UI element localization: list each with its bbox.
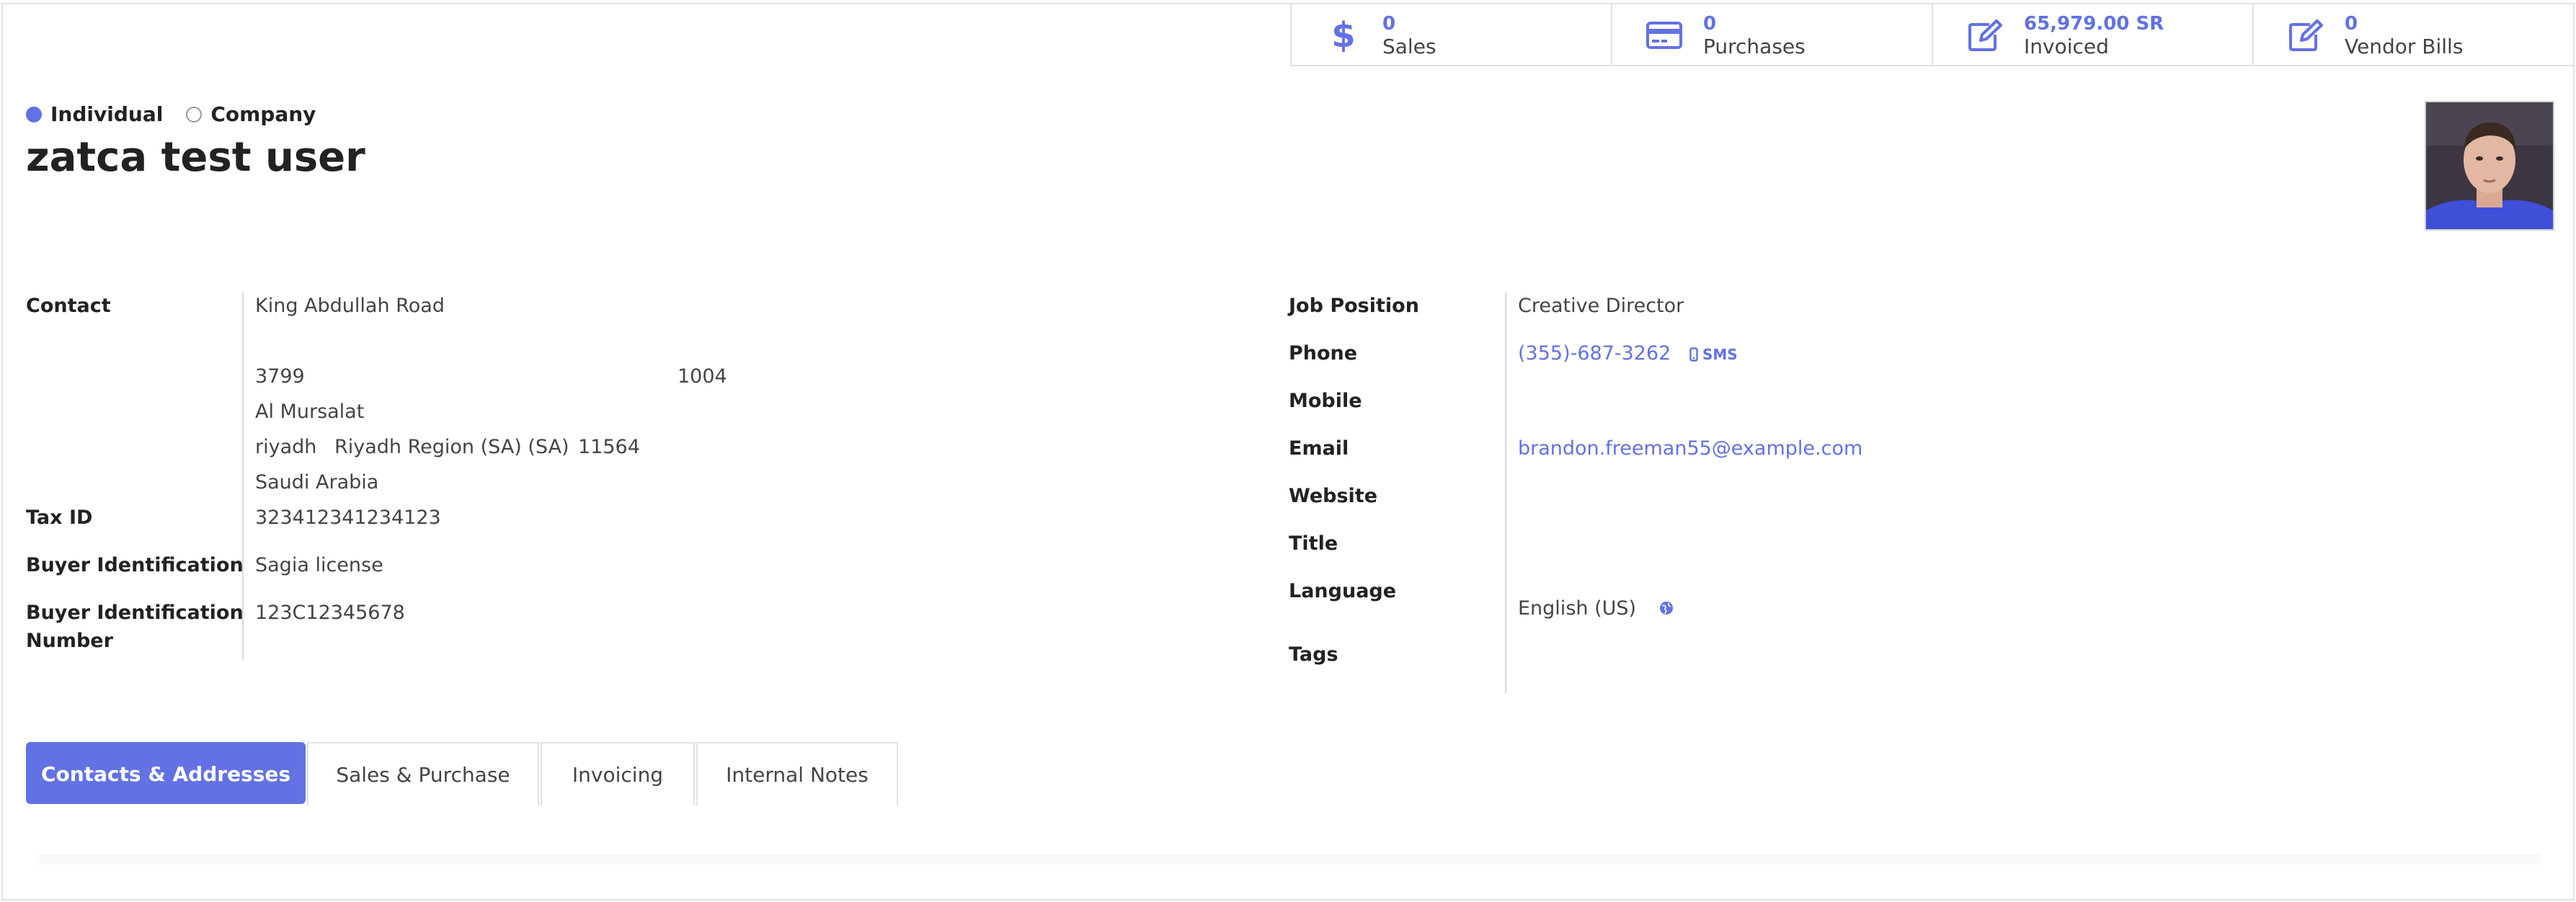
left-field-group: Contact King Abdullah Road 3799 1004 Al … — [26, 293, 1251, 667]
zip-field[interactable]: 11564 — [578, 434, 640, 461]
tab-internal-notes[interactable]: Internal Notes — [696, 742, 898, 805]
building-number-field[interactable]: 3799 — [255, 363, 305, 390]
email-label: Email — [1289, 437, 1349, 460]
smart-button-bar: $ 0 Sales 0 Purchases 65,979.00 SR Invoi… — [1290, 4, 2573, 66]
mobile-phone-icon — [1689, 347, 1698, 362]
language-field[interactable]: English (US) — [1518, 595, 1636, 622]
tab-invoicing[interactable]: Invoicing — [541, 742, 695, 805]
tax-id-field[interactable]: 323412341234123 — [255, 504, 441, 532]
language-label: Language — [1289, 580, 1397, 602]
credit-card-icon — [1644, 15, 1684, 55]
state-field[interactable]: Riyadh Region (SA) (SA) — [334, 434, 569, 461]
tab-pane — [39, 854, 2540, 872]
invoiced-amount: 65,979.00 SR — [2024, 13, 2164, 35]
mobile-field[interactable] — [1518, 388, 1950, 415]
mobile-label: Mobile — [1289, 390, 1362, 412]
globe-icon[interactable] — [1659, 601, 1674, 618]
title-label: Title — [1289, 532, 1338, 555]
individual-radio[interactable]: Individual — [26, 102, 163, 126]
company-label: Company — [210, 102, 316, 126]
sales-count: 0 — [1382, 13, 1396, 35]
purchases-label: Purchases — [1703, 35, 1806, 58]
tab-sales-purchase[interactable]: Sales & Purchase — [307, 742, 539, 805]
tags-field[interactable] — [1518, 641, 1950, 669]
district-field[interactable]: Al Mursalat — [255, 398, 364, 426]
title-field[interactable] — [1518, 530, 1950, 558]
partner-name[interactable]: zatca test user — [26, 134, 365, 181]
sales-label: Sales — [1382, 35, 1436, 58]
partner-form-sheet: $ 0 Sales 0 Purchases 65,979.00 SR Invoi… — [1, 3, 2575, 901]
email-link[interactable]: brandon.freeman55@example.com — [1518, 435, 1862, 463]
field-separator — [1505, 293, 1506, 693]
tags-label: Tags — [1289, 643, 1338, 666]
buyer-id-number-label: Buyer Identification — [26, 602, 244, 624]
invoiced-label: Invoiced — [2024, 35, 2109, 58]
company-type-radio-group: Individual Company — [26, 102, 339, 126]
city-field[interactable]: riyadh — [255, 434, 316, 461]
contact-label: Contact — [26, 295, 111, 317]
vendor-bills-label: Vendor Bills — [2345, 35, 2464, 58]
purchases-smart-button[interactable]: 0 Purchases — [1611, 4, 1932, 66]
sales-smart-button[interactable]: $ 0 Sales — [1290, 4, 1611, 66]
buyer-id-number-field[interactable]: 123C12345678 — [255, 599, 405, 627]
sms-label: SMS — [1702, 346, 1738, 363]
radio-checked-icon — [26, 106, 42, 122]
pencil-square-icon — [1965, 15, 2005, 55]
phone-link[interactable]: (355)-687-3262 — [1518, 340, 1671, 367]
vendor-bills-count: 0 — [2345, 13, 2358, 35]
country-field[interactable]: Saudi Arabia — [255, 469, 378, 496]
avatar[interactable] — [2425, 101, 2554, 231]
radio-unchecked-icon — [186, 106, 203, 122]
tax-id-label: Tax ID — [26, 506, 93, 529]
buyer-identification-field[interactable]: Sagia license — [255, 552, 383, 579]
invoiced-smart-button[interactable]: 65,979.00 SR Invoiced — [1932, 4, 2252, 66]
job-position-field[interactable]: Creative Director — [1518, 293, 1684, 320]
notebook-tabs: Contacts & Addresses Sales & Purchase In… — [26, 742, 900, 805]
purchases-count: 0 — [1703, 13, 1717, 35]
sms-button[interactable]: SMS — [1689, 346, 1738, 363]
company-radio[interactable]: Company — [186, 102, 316, 126]
street-field[interactable]: King Abdullah Road — [255, 293, 445, 320]
phone-label: Phone — [1289, 342, 1358, 365]
dollar-icon: $ — [1331, 15, 1356, 55]
job-position-label: Job Position — [1289, 295, 1419, 317]
plot-id-field[interactable]: 1004 — [678, 363, 727, 390]
vendor-bills-smart-button[interactable]: 0 Vendor Bills — [2252, 4, 2573, 66]
buyer-identification-label: Buyer Identification — [26, 554, 244, 576]
right-field-group: Job Position Creative Director Phone (35… — [1289, 293, 2514, 696]
website-label: Website — [1289, 485, 1378, 507]
individual-label: Individual — [50, 102, 164, 126]
tab-contacts-addresses[interactable]: Contacts & Addresses — [26, 742, 306, 804]
buyer-id-number-label-line2: Number — [26, 630, 113, 652]
pencil-square-icon — [2286, 15, 2326, 55]
website-field[interactable] — [1518, 483, 1950, 510]
